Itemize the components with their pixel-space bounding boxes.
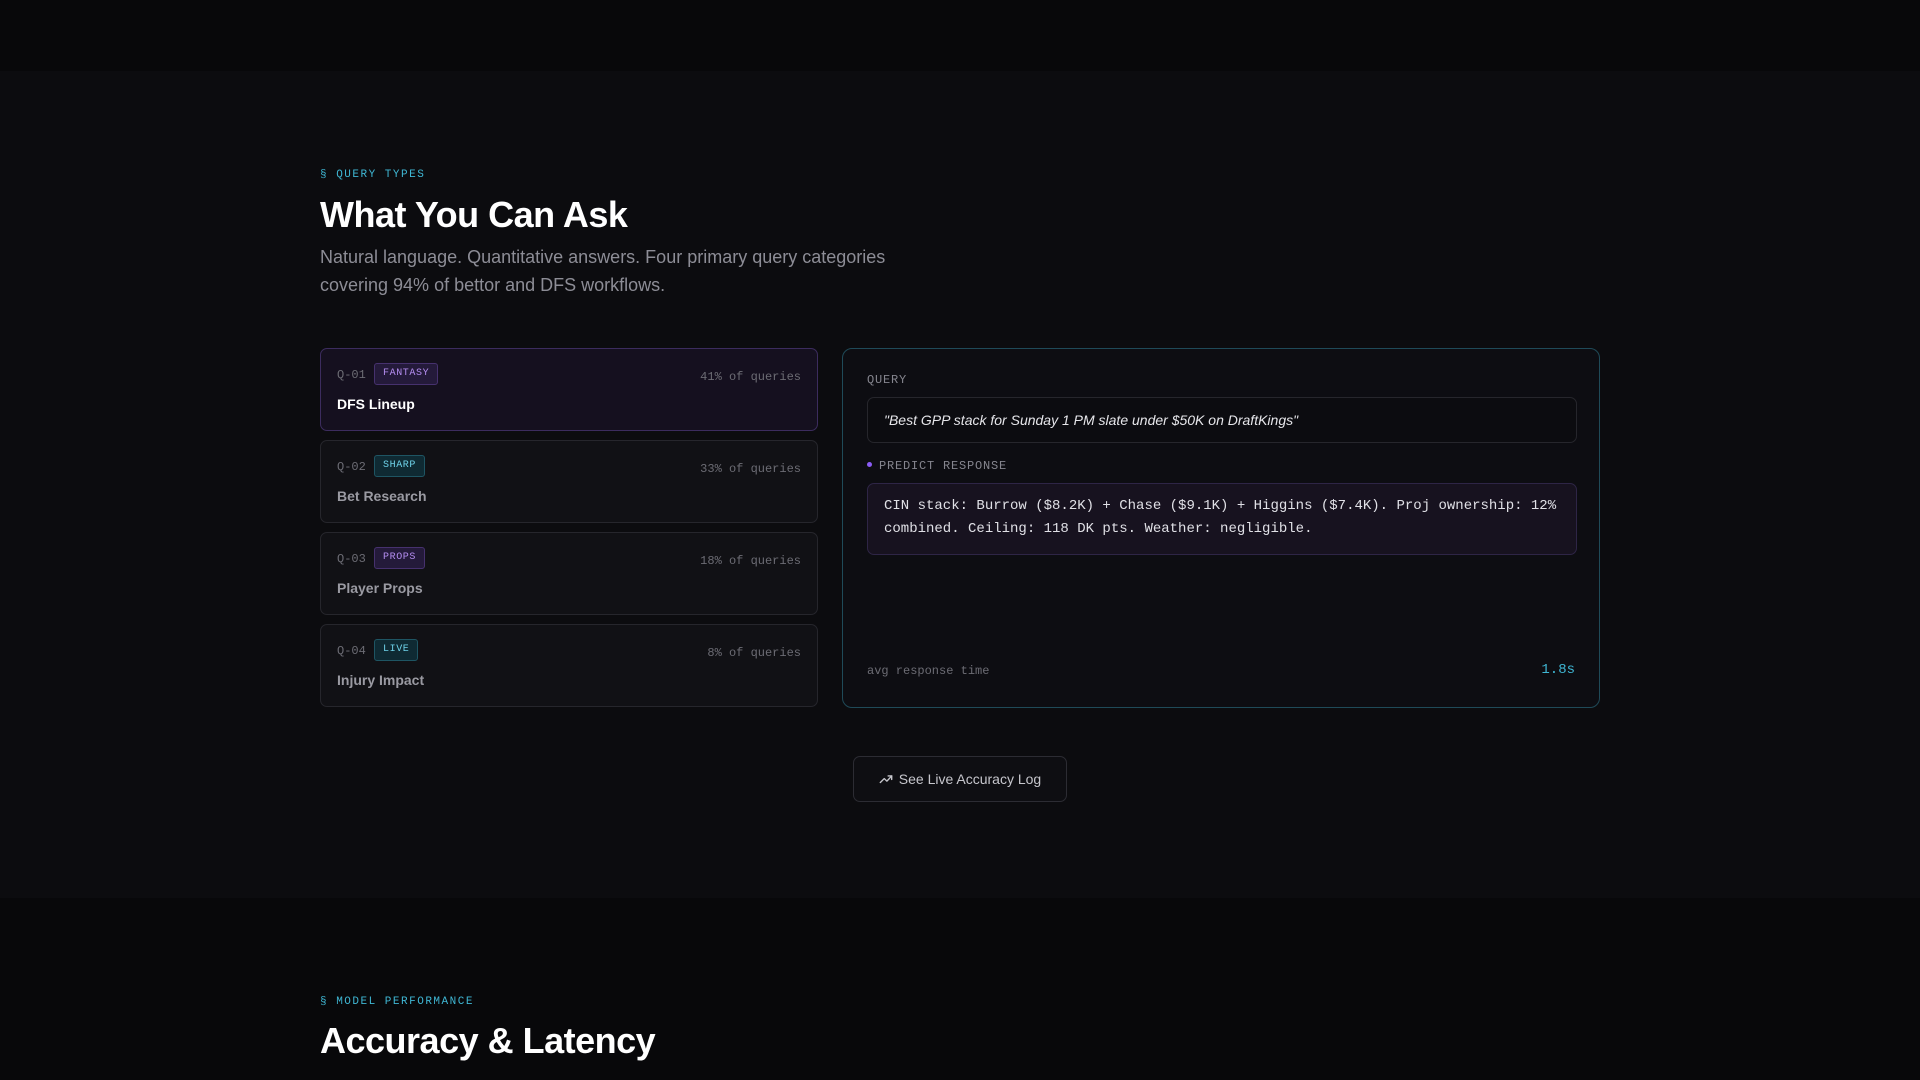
query-card-share: 8% of queries [707, 646, 801, 660]
query-card-badge: SHARP [374, 455, 426, 477]
avg-response-value: 1.8s [1541, 662, 1575, 678]
query-card-bet-research[interactable]: Q-02 SHARP 33% of queries Bet Research [320, 440, 818, 523]
query-text-box: "Best GPP stack for Sunday 1 PM slate un… [867, 397, 1577, 443]
query-card-title: DFS Lineup [337, 396, 415, 412]
see-live-accuracy-log-button[interactable]: See Live Accuracy Log [853, 756, 1067, 802]
query-card-number: Q-02 [337, 460, 366, 474]
query-card-dfs-lineup[interactable]: Q-01 FANTASY 41% of queries DFS Lineup [320, 348, 818, 431]
query-card-title: Bet Research [337, 488, 427, 504]
query-card-badge: PROPS [374, 547, 426, 569]
status-dot-icon [867, 462, 872, 468]
query-card-title: Injury Impact [337, 672, 425, 688]
query-card-share: 41% of queries [700, 370, 801, 384]
section-title: Accuracy & Latency [320, 1020, 656, 1061]
query-card-player-props[interactable]: Q-03 PROPS 18% of queries Player Props [320, 532, 818, 615]
section-lead: Natural language. Quantitative answers. … [320, 247, 886, 295]
trending-up-icon [879, 775, 893, 784]
query-card-badge: FANTASY [374, 363, 439, 385]
query-label: QUERY [867, 373, 908, 387]
query-card-share: 18% of queries [700, 554, 801, 568]
query-card-injury-impact[interactable]: Q-04 LIVE 8% of queries Injury Impact [320, 624, 818, 707]
avg-response-label: avg response time [867, 664, 990, 678]
query-card-title: Player Props [337, 580, 423, 596]
response-text-box: CIN stack: Burrow ($8.2K) + Chase ($9.1K… [867, 483, 1577, 555]
section-title: What You Can Ask [320, 194, 628, 235]
top-band [0, 0, 1920, 71]
model-performance-section [0, 898, 1920, 1080]
response-label: PREDICT RESPONSE [879, 459, 1008, 473]
query-card-number: Q-01 [337, 368, 366, 382]
query-card-number: Q-04 [337, 644, 366, 658]
query-card-number: Q-03 [337, 552, 366, 566]
section-eyebrow: § QUERY TYPES [320, 169, 426, 181]
section-eyebrow: § MODEL PERFORMANCE [320, 996, 474, 1008]
query-card-badge: LIVE [374, 639, 419, 661]
query-card-share: 33% of queries [700, 462, 801, 476]
cta-label: See Live Accuracy Log [898, 771, 1042, 787]
response-label-row: PREDICT RESPONSE [867, 459, 1007, 473]
query-preview-panel: QUERY "Best GPP stack for Sunday 1 PM sl… [842, 348, 1600, 708]
